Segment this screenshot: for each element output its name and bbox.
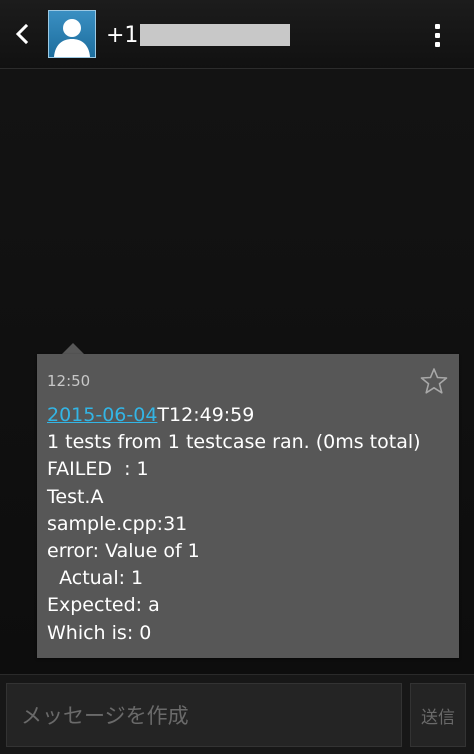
overflow-menu-icon [434, 41, 440, 47]
contact-title: +1 [106, 20, 291, 50]
message-line: Actual: 1 [47, 567, 144, 590]
composer-bar: メッセージを作成 送信 [0, 674, 474, 754]
contact-number-prefix: +1 [106, 22, 139, 48]
chevron-left-icon [15, 23, 29, 45]
bubble-tail [62, 343, 84, 354]
person-silhouette-icon [54, 19, 90, 57]
overflow-menu-icon [434, 32, 440, 38]
star-outline-icon [420, 368, 448, 394]
message-timestamp: 12:50 [47, 372, 91, 390]
back-button[interactable] [4, 10, 40, 58]
message-line: FAILED : 1 [47, 458, 149, 481]
overflow-menu-icon [434, 23, 440, 29]
overflow-menu-button[interactable] [420, 14, 454, 56]
action-bar: +1 [0, 0, 474, 69]
message-text: T12:49:59 [157, 404, 255, 426]
message-line: error: Value of 1 [47, 540, 200, 563]
conversation-screen: +1 12:50 2015-06-04T12:49:59 1 tests fro… [0, 0, 474, 754]
message-line: 1 tests from 1 testcase ran. (0ms total) [47, 431, 421, 454]
avatar[interactable] [48, 10, 96, 58]
send-button[interactable]: 送信 [410, 683, 466, 747]
date-link[interactable]: 2015-06-04 [47, 404, 157, 426]
message-line: Which is: 0 [47, 621, 152, 644]
message-line: sample.cpp:31 [47, 512, 188, 535]
message-bubble[interactable]: 12:50 2015-06-04T12:49:59 1 tests from 1… [37, 354, 459, 658]
message-line: Expected: a [47, 594, 160, 617]
redacted-number [140, 24, 291, 46]
message-compose-input[interactable]: メッセージを作成 [6, 683, 402, 747]
message-line: 2015-06-04T12:49:59 [47, 402, 449, 429]
message-line: Test.A [47, 485, 104, 508]
star-button[interactable] [419, 366, 449, 396]
